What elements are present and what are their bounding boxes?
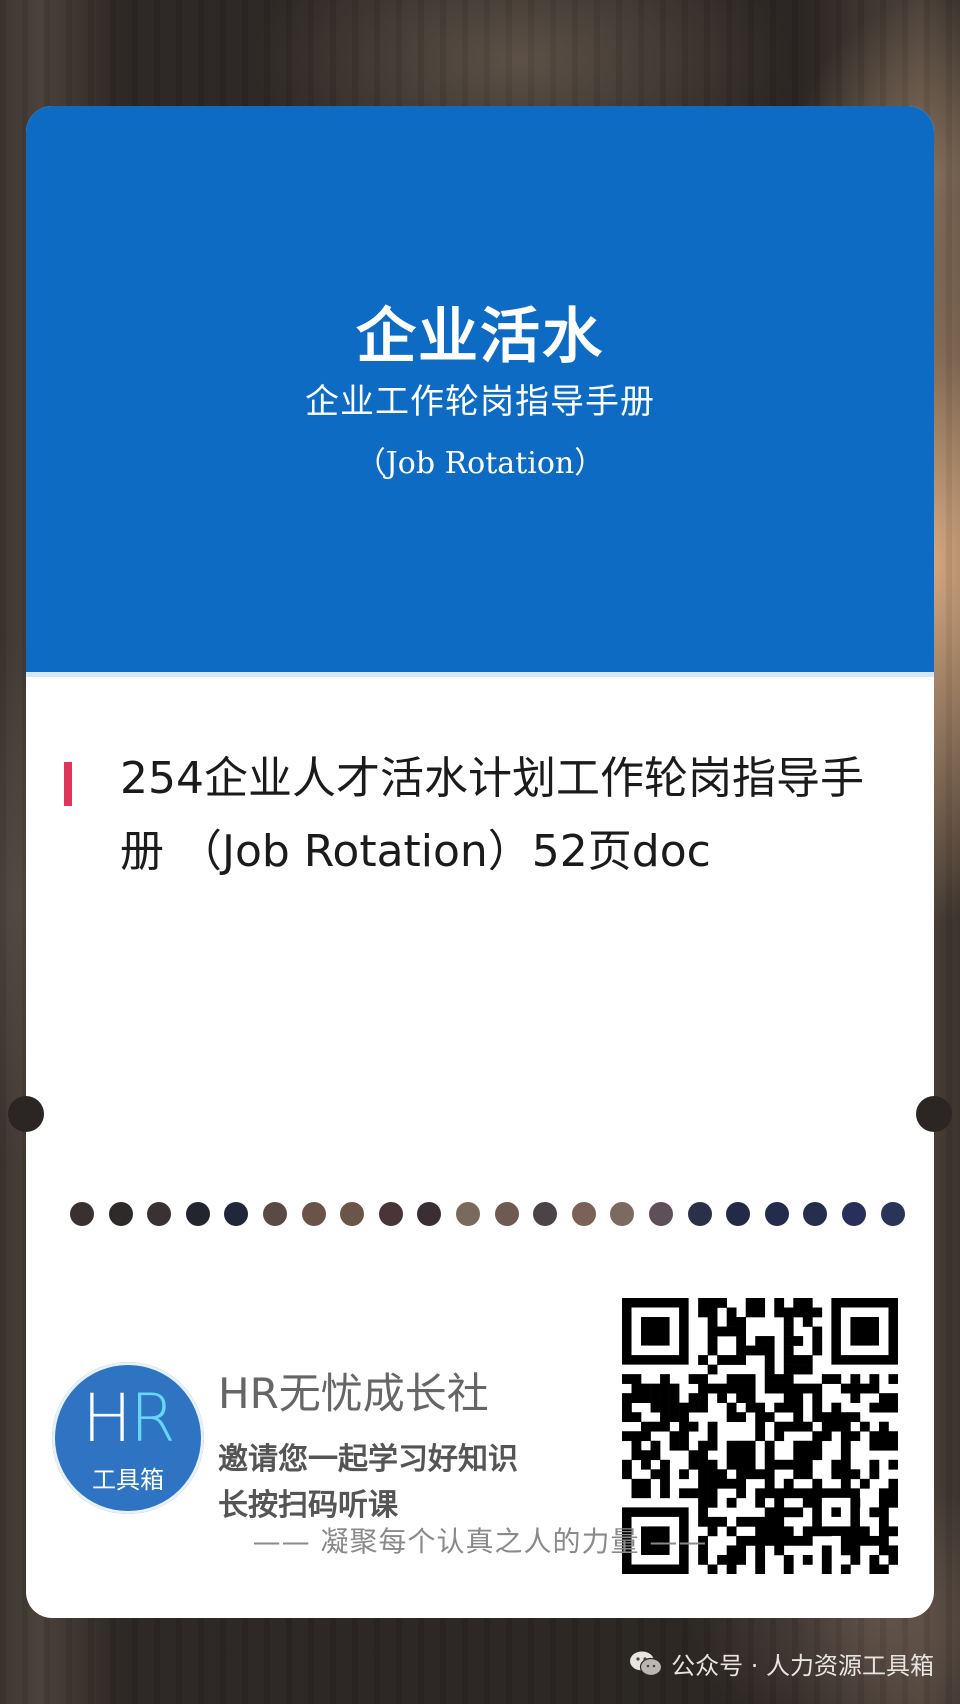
invite-text: 邀请您一起学习好知识 (218, 1442, 518, 1477)
perforation-dot (301, 1202, 326, 1226)
share-card[interactable]: 企业活水 企业工作轮岗指导手册 （Job Rotation） 254企业人才活水… (26, 106, 934, 1618)
logo-letters: HR (52, 1380, 204, 1457)
perforation-dot (494, 1202, 519, 1226)
logo-letter-r: R (129, 1380, 176, 1457)
title-accent-bar (64, 762, 72, 806)
perforation-dot (687, 1202, 712, 1226)
perforation-dot (417, 1202, 442, 1226)
perforation-dot (147, 1202, 172, 1226)
perforation-notch-right (916, 1096, 952, 1132)
brand-name: HR无忧成长社 (218, 1369, 489, 1418)
cover-subtitle: 企业工作轮岗指导手册 (305, 382, 655, 422)
perforation-divider (26, 1202, 934, 1228)
scan-hint-text: 长按扫码听课 (218, 1488, 398, 1523)
perforation-dot (726, 1202, 751, 1226)
perforation-dot (70, 1202, 94, 1226)
cover-title: 企业活水 (356, 302, 604, 372)
perforation-dot (224, 1202, 249, 1226)
perforation-dot (533, 1202, 558, 1226)
perforation-dot (880, 1202, 905, 1226)
perforation-dot (610, 1202, 635, 1226)
cover-english-subtitle: （Job Rotation） (355, 446, 605, 481)
perforation-dot (378, 1202, 403, 1226)
perforation-dot (842, 1202, 866, 1226)
perforation-dot (185, 1202, 210, 1226)
perforation-dot (108, 1202, 133, 1226)
wechat-icon (630, 1651, 663, 1676)
logo-caption: 工具箱 (92, 1466, 164, 1494)
perforation-dot (263, 1202, 287, 1226)
perforation-dot (571, 1202, 596, 1226)
perforation-notch-left (8, 1096, 44, 1132)
perforation-dot (456, 1202, 480, 1226)
perforation-dot (764, 1202, 789, 1226)
logo-letter-h: H (82, 1380, 132, 1457)
perforation-dot (340, 1202, 365, 1226)
perforation-dot (803, 1202, 828, 1226)
hr-toolbox-logo: HR 工具箱 (52, 1362, 204, 1514)
tagline: —— 凝聚每个认真之人的力量 —— (252, 1525, 708, 1558)
footer-source-text: 公众号 · 人力资源工具箱 (671, 1652, 934, 1680)
perforation-dot (649, 1202, 673, 1226)
cover-banner: 企业活水 企业工作轮岗指导手册 （Job Rotation） (26, 106, 934, 677)
footer-source[interactable]: 公众号 · 人力资源工具箱 (629, 1646, 934, 1681)
article-title[interactable]: 254企业人才活水计划工作轮岗指导手册 （Job Rotation）52页doc (120, 742, 880, 888)
